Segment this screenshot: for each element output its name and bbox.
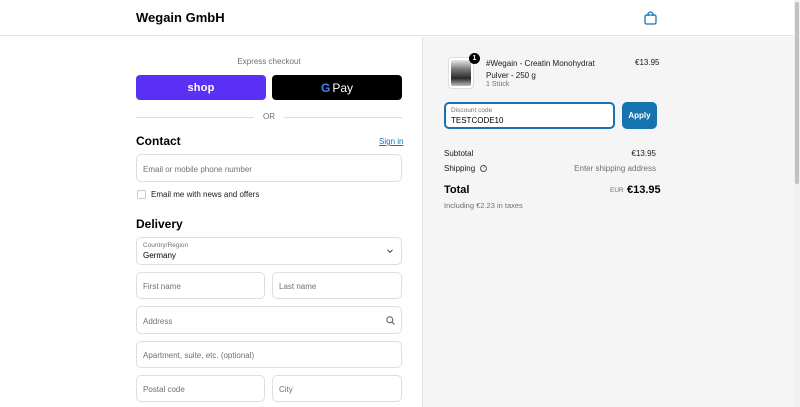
divider-line-right bbox=[284, 117, 402, 118]
order-summary: 1 #Wegain - Creatin Monohydrat Pulver - … bbox=[422, 37, 800, 407]
postal-code-field[interactable]: Postal code bbox=[136, 375, 265, 402]
total-label: Total bbox=[444, 184, 470, 196]
google-g-icon: G bbox=[320, 80, 331, 95]
search-icon bbox=[386, 316, 395, 325]
country-select[interactable]: Country/Region Germany bbox=[136, 237, 402, 265]
product-name: #Wegain - Creatin Monohydrat Pulver - 25… bbox=[486, 59, 595, 80]
country-label: Country/Region bbox=[143, 242, 189, 249]
first-name-placeholder: First name bbox=[143, 282, 181, 291]
chevron-down-icon bbox=[387, 249, 393, 254]
contact-heading: Contact bbox=[136, 134, 181, 148]
scrollbar-thumb[interactable] bbox=[795, 2, 799, 184]
address-field[interactable]: Address bbox=[136, 306, 402, 334]
discount-value: TESTCODE10 bbox=[451, 116, 504, 125]
shop-pay-button[interactable]: shop bbox=[136, 75, 266, 100]
google-pay-button[interactable]: G Pay bbox=[272, 75, 402, 100]
apartment-field[interactable]: Apartment, suite, etc. (optional) bbox=[136, 341, 402, 368]
first-name-field[interactable]: First name bbox=[136, 272, 265, 299]
product-image bbox=[451, 60, 471, 86]
express-checkout-label: Express checkout bbox=[237, 57, 301, 66]
shop-pay-label: shop bbox=[187, 81, 215, 94]
quantity-badge: 1 bbox=[469, 53, 480, 64]
product-price: €13.95 bbox=[635, 58, 660, 67]
store-name[interactable]: Wegain GmbH bbox=[136, 10, 225, 25]
discount-code-field[interactable]: Discount code TESTCODE10 bbox=[444, 102, 615, 129]
total-currency: EUR bbox=[610, 187, 624, 194]
sign-in-link[interactable]: Sign in bbox=[379, 137, 403, 146]
discount-label: Discount code bbox=[451, 107, 493, 114]
or-divider: OR bbox=[136, 111, 402, 123]
delivery-heading: Delivery bbox=[136, 217, 183, 231]
product-quantity: 1 Stück bbox=[486, 81, 510, 88]
tax-note: Including €2.23 in taxes bbox=[444, 201, 523, 210]
email-placeholder: Email or mobile phone number bbox=[143, 165, 252, 174]
google-pay-label: Pay bbox=[332, 80, 354, 95]
city-field[interactable]: City bbox=[272, 375, 402, 402]
shipping-row: Shipping ? bbox=[444, 164, 488, 173]
country-value: Germany bbox=[143, 251, 176, 260]
city-placeholder: City bbox=[279, 385, 293, 394]
last-name-field[interactable]: Last name bbox=[272, 272, 402, 299]
address-placeholder: Address bbox=[143, 317, 173, 326]
apartment-placeholder: Apartment, suite, etc. (optional) bbox=[143, 351, 255, 360]
last-name-placeholder: Last name bbox=[279, 282, 317, 291]
help-icon[interactable]: ? bbox=[480, 165, 488, 173]
subtotal-value: €13.95 bbox=[631, 149, 656, 158]
bag-icon[interactable] bbox=[644, 11, 657, 25]
newsletter-checkbox[interactable] bbox=[137, 190, 146, 199]
newsletter-label: Email me with news and offers bbox=[151, 190, 260, 199]
checkout-form: Express checkout shop G Pay OR Contact S… bbox=[0, 37, 422, 407]
email-field[interactable]: Email or mobile phone number bbox=[136, 154, 402, 182]
apply-button[interactable]: Apply bbox=[622, 102, 657, 129]
total-value: €13.95 bbox=[627, 184, 661, 196]
header: Wegain GmbH bbox=[0, 0, 800, 36]
subtotal-label: Subtotal bbox=[444, 149, 474, 158]
shipping-label: Shipping bbox=[444, 164, 476, 173]
postal-code-placeholder: Postal code bbox=[143, 385, 185, 394]
scrollbar[interactable] bbox=[794, 0, 800, 407]
shipping-value: Enter shipping address bbox=[574, 164, 656, 173]
